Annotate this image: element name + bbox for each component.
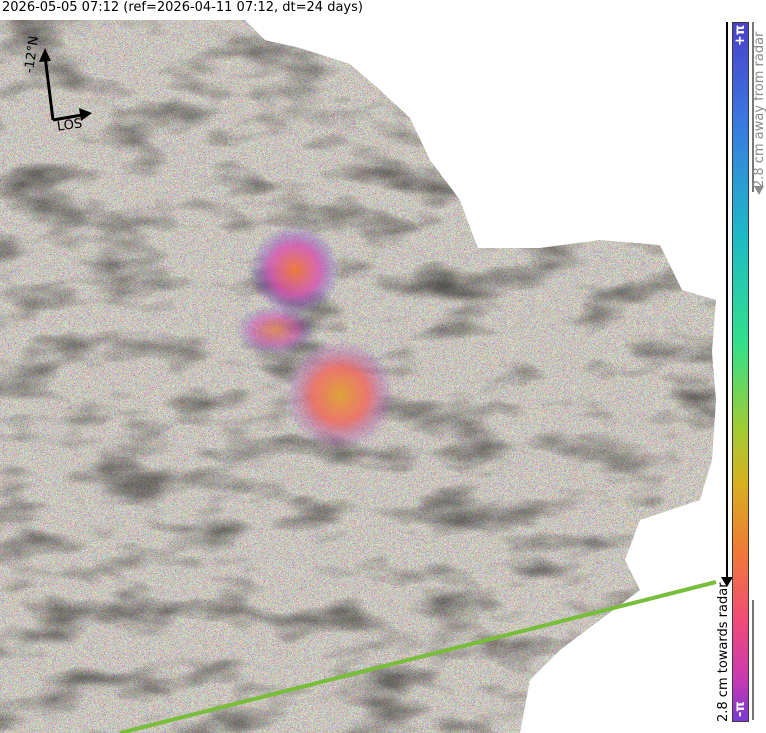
towards-arrow-line bbox=[726, 22, 728, 582]
interferogram-image bbox=[0, 0, 766, 733]
towards-radar-label: 2.8 cm towards radar bbox=[716, 582, 731, 722]
colorbar-edge-line bbox=[752, 600, 754, 720]
colorbar-bottom-label: -π bbox=[733, 701, 748, 717]
phase-colorbar bbox=[732, 22, 749, 722]
away-from-radar-label: 2.8 cm away from radar bbox=[752, 31, 766, 188]
map-title: 2026-05-05 07:12 (ref=2026-04-11 07:12, … bbox=[2, 0, 366, 16]
interferogram-map[interactable] bbox=[0, 0, 766, 733]
colorbar-top-label: +π bbox=[733, 24, 748, 46]
